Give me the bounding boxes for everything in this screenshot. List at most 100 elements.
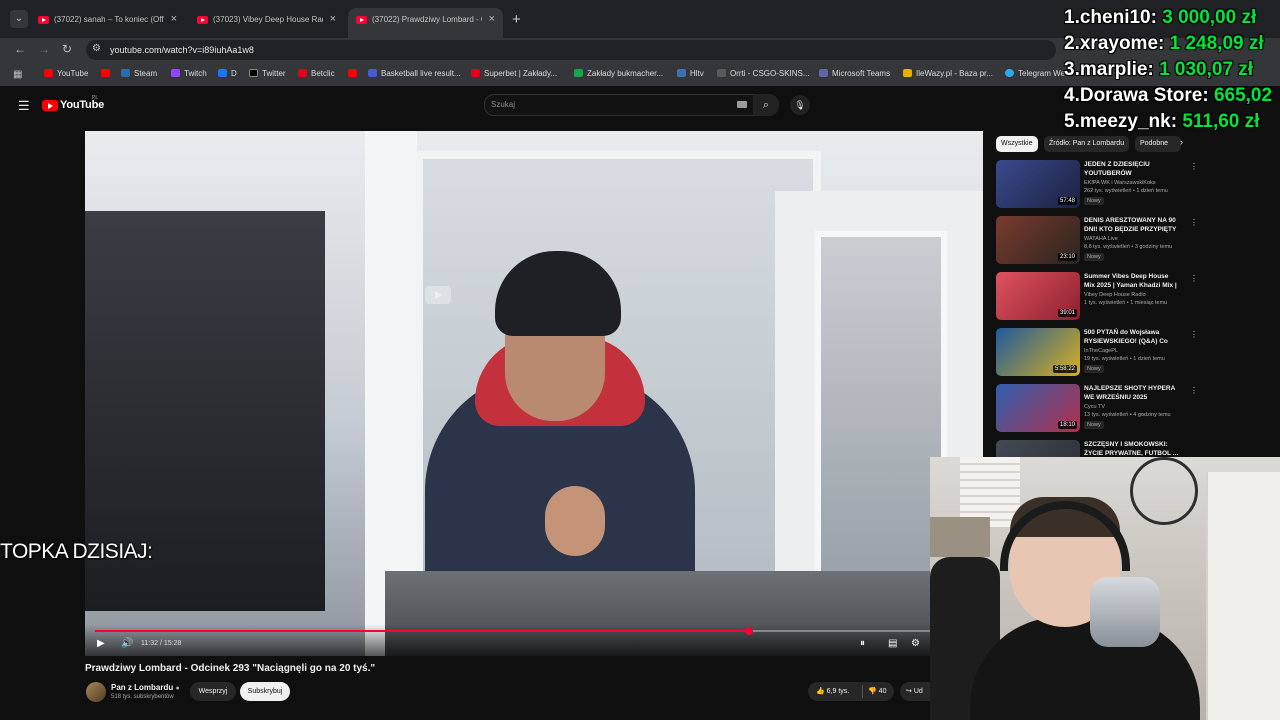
search-input[interactable]: Szukaj xyxy=(484,94,754,116)
video-scene-door xyxy=(85,131,371,656)
bookmark[interactable]: Zakłady bukmacher... xyxy=(574,69,663,78)
recommendation-title[interactable]: JEDEN Z DZIESIĘCIU YOUTUBERÓW xyxy=(1084,160,1180,178)
url-field[interactable]: ⚙ youtube.com/watch?v=i89iuhAa1w8 xyxy=(86,40,1056,60)
voice-search-button[interactable]: 🎙 xyxy=(790,95,810,115)
recommendation-channel[interactable]: Cycu TV xyxy=(1084,404,1105,410)
close-tab-icon[interactable]: × xyxy=(330,13,336,25)
recommendation-channel[interactable]: EKIPA WK i WarszawskiKoks xyxy=(1084,180,1156,186)
bookmark[interactable]: Superbet | Zakłady... xyxy=(471,69,557,78)
progress-bar[interactable] xyxy=(95,627,973,635)
apps-grid-icon[interactable]: ▦ xyxy=(13,69,22,80)
recommendation-channel[interactable]: InTheCagePL xyxy=(1084,348,1118,354)
like-button[interactable]: 👍 6,9 tys. xyxy=(816,687,849,695)
subtitles-icon[interactable]: ▤ xyxy=(888,638,897,649)
channel-name[interactable]: Pan z Lombardu xyxy=(111,683,173,692)
video-thumbnail[interactable]: 5:58:22 xyxy=(996,328,1080,376)
back-arrow-icon[interactable]: ← xyxy=(14,42,26,56)
bookmark[interactable]: Microsoft Teams xyxy=(819,69,890,78)
teams-icon xyxy=(819,69,828,77)
leaderboard-row: 2.xrayome: 1 248,09 zł xyxy=(1064,33,1264,54)
recommendation-item[interactable]: 5:58:22 500 PYTAŃ do Wojsława RYSIEWSKIE… xyxy=(996,328,1198,380)
bookmark[interactable]: Hltv xyxy=(677,69,704,78)
youtube-logo[interactable]: YouTube PL xyxy=(42,95,108,114)
more-vert-icon[interactable]: ⋮ xyxy=(1190,274,1198,283)
volume-icon[interactable]: 🔊 xyxy=(121,638,133,649)
video-thumbnail[interactable]: 57:48 xyxy=(996,160,1080,208)
bookmark[interactable]: Telegram We xyxy=(1005,69,1065,78)
channel-avatar[interactable] xyxy=(86,682,106,702)
new-badge: Nowy xyxy=(1084,365,1104,373)
bookmark[interactable]: D xyxy=(218,69,237,78)
recommendation-item[interactable]: SZCZĘSNY I SMOKOWSKI: ŻYCIE PRYWATNE, FU… xyxy=(996,440,1196,457)
recommendation-title[interactable]: Summer Vibes Deep House Mix 2025 | Yaman… xyxy=(1084,272,1180,290)
bookmark[interactable]: IleWazy.pl - Baza pr... xyxy=(903,69,993,78)
bookmark[interactable]: Twitch xyxy=(171,69,207,78)
bookmark[interactable]: Twitter xyxy=(249,69,286,78)
subscribe-button[interactable]: Subskrybuj xyxy=(240,682,290,701)
url-text[interactable]: youtube.com/watch?v=i89iuhAa1w8 xyxy=(110,45,254,55)
recommendation-title[interactable]: SZCZĘSNY I SMOKOWSKI: ŻYCIE PRYWATNE, FU… xyxy=(1084,440,1180,457)
chip-all[interactable]: Wszystkie xyxy=(996,136,1038,152)
video-thumbnail[interactable]: 39:01 xyxy=(996,272,1080,320)
reload-icon[interactable]: ↻ xyxy=(62,42,72,56)
close-tab-icon[interactable]: × xyxy=(489,13,495,25)
recommendation-item[interactable]: 57:48 JEDEN Z DZIESIĘCIU YOUTUBERÓW EKIP… xyxy=(996,160,1198,212)
bookmark[interactable]: Steam xyxy=(121,69,157,78)
recommendation-channel[interactable]: Vibey Deep House Radio xyxy=(1084,292,1146,298)
video-scene-person xyxy=(415,251,705,611)
dislike-button[interactable]: 👎 40 xyxy=(868,687,886,695)
more-vert-icon[interactable]: ⋮ xyxy=(1190,330,1198,339)
bookmark[interactable]: Betclic xyxy=(298,69,335,78)
video-player[interactable]: ▶ 🔊 11:32 / 15:28 ⏸ ▤ ⚙ xyxy=(85,131,983,656)
like-dislike-group: 👍 6,9 tys. 👎 40 xyxy=(808,682,894,701)
menu-hamburger-icon[interactable]: ☰ xyxy=(18,98,30,114)
channel-name-row[interactable]: Pan z Lombardu ● xyxy=(111,683,180,692)
site-info-icon[interactable]: ⚙ xyxy=(92,43,101,54)
settings-gear-icon[interactable]: ⚙ xyxy=(911,638,920,649)
tab-search-button[interactable]: ⌄ xyxy=(10,10,28,28)
keyboard-icon[interactable] xyxy=(737,101,747,108)
more-vert-icon[interactable]: ⋮ xyxy=(1190,386,1198,395)
recommendation-title[interactable]: NAJLEPSZE SHOTY HYPERA WE WRZEŚNIU 2025 xyxy=(1084,384,1180,402)
bookmark[interactable] xyxy=(348,69,361,78)
duration-badge: 5:58:22 xyxy=(1052,365,1077,373)
progress-scrubber[interactable] xyxy=(745,627,754,635)
recommendation-title[interactable]: 500 PYTAŃ do Wojsława RYSIEWSKIEGO! (Q&A… xyxy=(1084,328,1180,346)
search-button[interactable]: ⌕ xyxy=(753,94,779,116)
recommendation-title[interactable]: DENIS ARESZTOWANY NA 90 DNI! KTO BĘDZIE … xyxy=(1084,216,1180,234)
video-title: Prawdziwy Lombard - Odcinek 293 "Naciągn… xyxy=(85,663,376,674)
browser-tab[interactable]: (37022) sanah – To koniec (Offi × xyxy=(30,8,185,38)
autoplay-toggle-icon[interactable]: ⏸ xyxy=(860,638,865,649)
bookmark[interactable]: Basketball live result... xyxy=(368,69,461,78)
play-icon[interactable]: ▶ xyxy=(97,638,105,649)
bookmark[interactable]: YouTube xyxy=(44,69,88,78)
duration-badge: 39:01 xyxy=(1057,309,1077,317)
video-thumbnail[interactable] xyxy=(996,440,1080,457)
bookmaker-icon xyxy=(574,69,583,77)
chip-similar[interactable]: Podobne xyxy=(1135,136,1181,152)
video-thumbnail[interactable]: 18:10 xyxy=(996,384,1080,432)
recommendation-item[interactable]: 39:01 Summer Vibes Deep House Mix 2025 |… xyxy=(996,272,1198,324)
browser-tab-active[interactable]: (37022) Prawdziwy Lombard - O × xyxy=(348,8,503,38)
share-icon: ↪ xyxy=(906,688,912,695)
more-vert-icon[interactable]: ⋮ xyxy=(1190,162,1198,171)
video-thumbnail[interactable]: 23:10 xyxy=(996,216,1080,264)
more-vert-icon[interactable]: ⋮ xyxy=(1190,218,1198,227)
bookmark[interactable]: Orrti - CSGO-SKINS... xyxy=(717,69,810,78)
recommendation-item[interactable]: 23:10 DENIS ARESZTOWANY NA 90 DNI! KTO B… xyxy=(996,216,1198,268)
new-tab-button[interactable]: + xyxy=(512,11,521,28)
recommendation-item[interactable]: 18:10 NAJLEPSZE SHOTY HYPERA WE WRZEŚNIU… xyxy=(996,384,1198,436)
betclic-icon xyxy=(298,69,307,77)
youtube-icon xyxy=(101,69,110,77)
hltv-icon xyxy=(677,69,686,77)
video-watermark-icon xyxy=(425,286,451,304)
support-button[interactable]: Wesprzyj xyxy=(190,682,236,701)
chip-source[interactable]: Źródło: Pan z Lombardu xyxy=(1044,136,1130,152)
close-tab-icon[interactable]: × xyxy=(171,13,177,25)
chevron-right-icon[interactable]: › xyxy=(1180,137,1183,147)
recommendation-channel[interactable]: WATAHA Live xyxy=(1084,236,1118,242)
bookmark[interactable] xyxy=(101,69,114,78)
forward-arrow-icon[interactable]: → xyxy=(38,42,50,56)
basketball-icon xyxy=(368,69,377,77)
browser-tab[interactable]: (37023) Vibey Deep House Radi × xyxy=(189,8,344,38)
